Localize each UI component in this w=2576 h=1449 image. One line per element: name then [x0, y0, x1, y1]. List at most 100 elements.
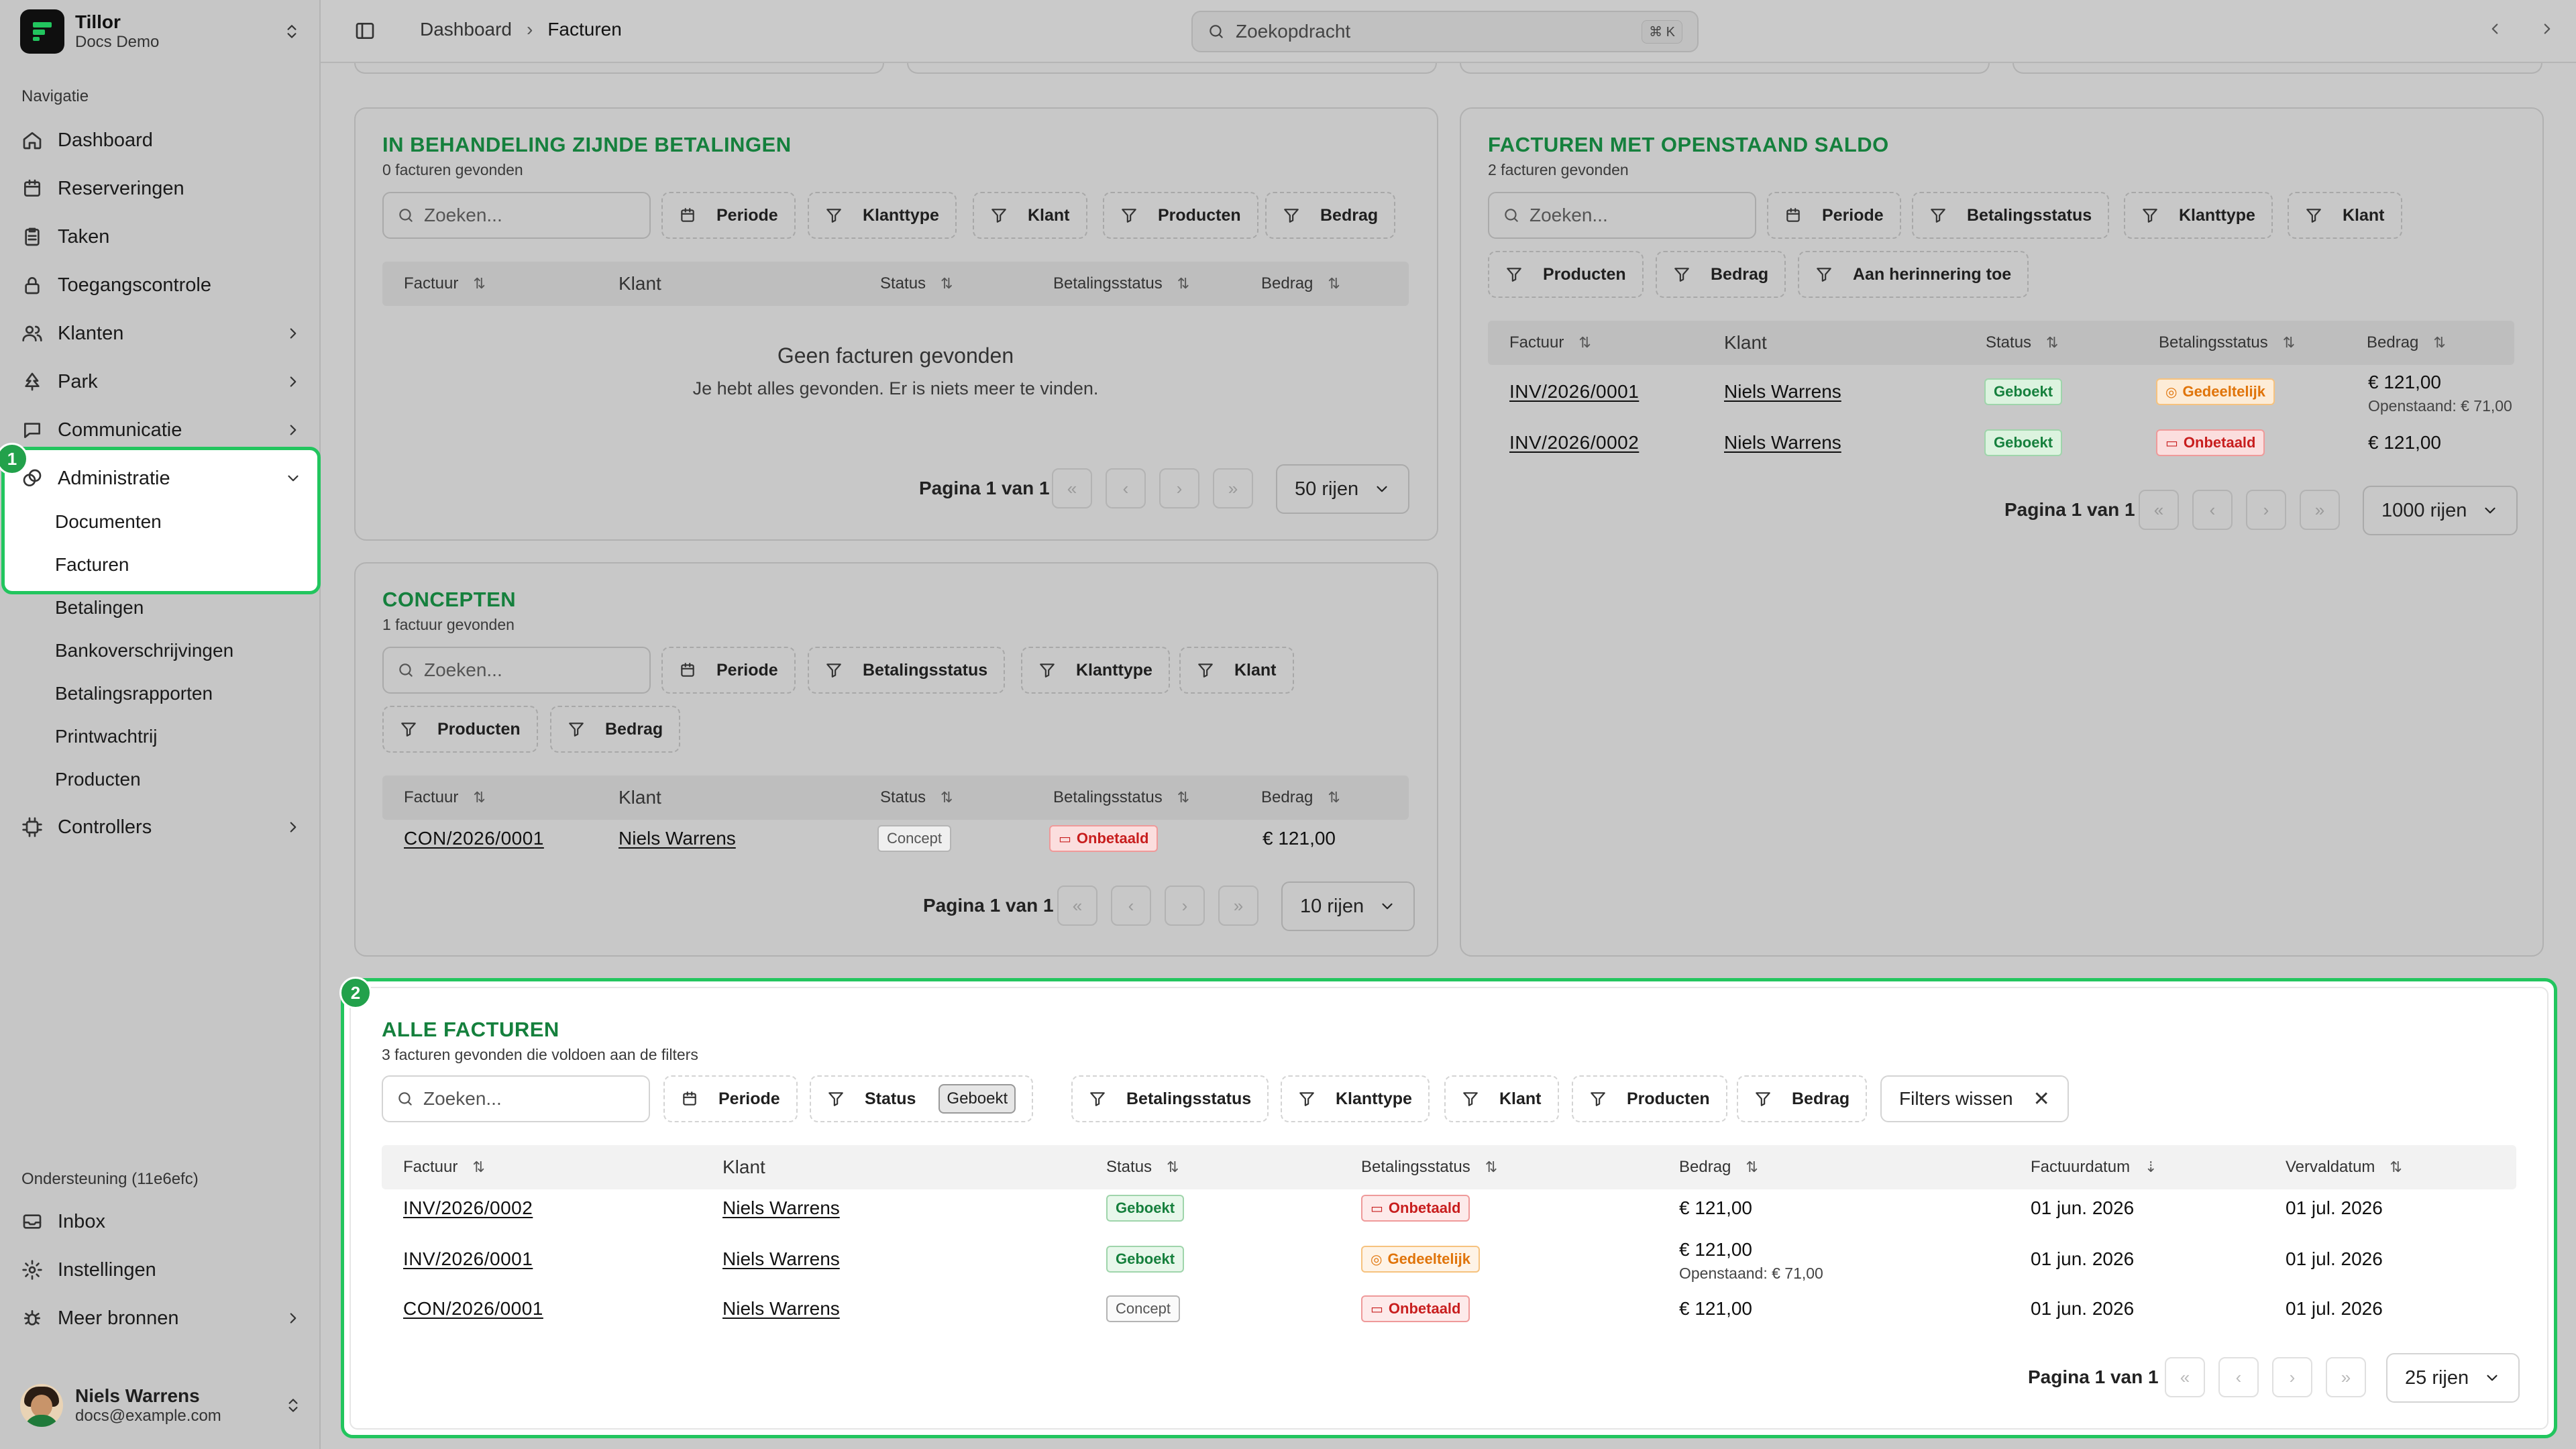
col-factuur[interactable]: Factuur ⇅ — [404, 775, 486, 820]
prev-page-button[interactable]: ‹ — [2192, 490, 2233, 530]
first-page-button[interactable]: « — [2165, 1357, 2205, 1397]
sidebar-toggle-icon[interactable] — [354, 20, 376, 42]
filter-periode[interactable]: Periode — [661, 647, 796, 694]
last-page-button[interactable]: » — [1213, 468, 1253, 508]
rows-per-page-select[interactable]: 10 rijen — [1281, 881, 1415, 931]
filter-producten[interactable]: Producten — [1572, 1075, 1727, 1122]
filter-klanttype[interactable]: Klanttype — [1021, 647, 1170, 694]
col-bedrag[interactable]: Bedrag ⇅ — [1679, 1145, 1758, 1189]
nav-item-inbox[interactable]: Inbox — [20, 1202, 302, 1241]
nav-item-instellingen[interactable]: Instellingen — [20, 1250, 302, 1289]
search-input[interactable]: Zoeken... — [1488, 192, 1756, 239]
col-factuurdatum[interactable]: Factuurdatum ⇣ — [2031, 1145, 2157, 1189]
filter-klanttype[interactable]: Klanttype — [2124, 192, 2273, 239]
customer-link[interactable]: Niels Warrens — [1724, 381, 1841, 402]
invoice-link[interactable]: CON/2026/0001 — [404, 828, 544, 849]
filter-bedrag[interactable]: Bedrag — [1265, 192, 1396, 239]
col-vervaldatum[interactable]: Vervaldatum ⇅ — [2286, 1145, 2402, 1189]
nav-item-taken[interactable]: Taken — [20, 217, 302, 256]
filter-klanttype[interactable]: Klanttype — [808, 192, 957, 239]
search-input[interactable]: Zoeken... — [382, 192, 651, 239]
rows-per-page-select[interactable]: 1000 rijen — [2363, 486, 2518, 535]
col-betalingsstatus[interactable]: Betalingsstatus ⇅ — [1053, 775, 1189, 820]
prev-page-button[interactable]: ‹ — [2218, 1357, 2259, 1397]
col-status[interactable]: Status ⇅ — [1986, 321, 2058, 365]
filter-producten[interactable]: Producten — [1103, 192, 1258, 239]
col-betalingsstatus[interactable]: Betalingsstatus ⇅ — [1361, 1145, 1497, 1189]
sub-item-documenten[interactable]: Documenten — [55, 503, 162, 541]
nav-item-park[interactable]: Park — [20, 362, 302, 401]
first-page-button[interactable]: « — [1057, 885, 1097, 926]
filter-klant[interactable]: Klant — [973, 192, 1087, 239]
col-betalingsstatus[interactable]: Betalingsstatus ⇅ — [2159, 321, 2295, 365]
filter-bedrag[interactable]: Bedrag — [550, 706, 681, 753]
filter-bedrag[interactable]: Bedrag — [1737, 1075, 1868, 1122]
col-status[interactable]: Status ⇅ — [880, 262, 953, 306]
filter-producten[interactable]: Producten — [1488, 251, 1644, 298]
invoice-link[interactable]: CON/2026/0001 — [403, 1298, 543, 1320]
col-factuur[interactable]: Factuur ⇅ — [1509, 321, 1591, 365]
col-status[interactable]: Status ⇅ — [1106, 1145, 1179, 1189]
next-page-button[interactable]: › — [2272, 1357, 2312, 1397]
customer-link[interactable]: Niels Warrens — [722, 1248, 840, 1270]
invoice-link[interactable]: INV/2026/0001 — [403, 1248, 533, 1270]
nav-item-klanten[interactable]: Klanten — [20, 314, 302, 353]
filter-periode[interactable]: Periode — [1767, 192, 1901, 239]
col-bedrag[interactable]: Bedrag ⇅ — [1261, 775, 1340, 820]
rows-per-page-select[interactable]: 50 rijen — [1276, 464, 1410, 514]
sub-item-producten[interactable]: Producten — [55, 761, 141, 798]
filter-betalingsstatus[interactable]: Betalingsstatus — [1912, 192, 2110, 239]
invoice-link[interactable]: INV/2026/0002 — [1509, 432, 1639, 453]
filter-producten[interactable]: Producten — [382, 706, 538, 753]
filter-betalingsstatus[interactable]: Betalingsstatus — [1071, 1075, 1269, 1122]
nav-item-dashboard[interactable]: Dashboard — [20, 121, 302, 160]
chevron-right-icon[interactable] — [2538, 20, 2556, 38]
first-page-button[interactable]: « — [1052, 468, 1092, 508]
breadcrumb-dashboard[interactable]: Dashboard — [420, 19, 512, 40]
col-factuur[interactable]: Factuur ⇅ — [403, 1145, 485, 1189]
prev-page-button[interactable]: ‹ — [1106, 468, 1146, 508]
next-page-button[interactable]: › — [1165, 885, 1205, 926]
filter-herinnering[interactable]: Aan herinnering toe — [1798, 251, 2029, 298]
invoice-link[interactable]: INV/2026/0001 — [1509, 381, 1639, 402]
col-betalingsstatus[interactable]: Betalingsstatus ⇅ — [1053, 262, 1189, 306]
nav-item-administratie[interactable]: Administratie — [20, 459, 302, 498]
filter-periode[interactable]: Periode — [663, 1075, 798, 1122]
filter-klant[interactable]: Klant — [2288, 192, 2402, 239]
col-bedrag[interactable]: Bedrag ⇅ — [2367, 321, 2446, 365]
chevron-left-icon[interactable] — [2486, 20, 2504, 38]
last-page-button[interactable]: » — [1218, 885, 1258, 926]
nav-item-communicatie[interactable]: Communicatie — [20, 411, 302, 449]
customer-link[interactable]: Niels Warrens — [619, 828, 736, 849]
user-menu[interactable]: Niels Warrens docs@example.com — [20, 1375, 302, 1436]
customer-link[interactable]: Niels Warrens — [1724, 432, 1841, 453]
prev-page-button[interactable]: ‹ — [1111, 885, 1151, 926]
nav-item-reserveringen[interactable]: Reserveringen — [20, 169, 302, 208]
sub-item-bankoverschrijvingen[interactable]: Bankoverschrijvingen — [55, 632, 233, 669]
global-search[interactable]: Zoekopdracht ⌘ K — [1191, 11, 1699, 52]
filter-status[interactable]: Status Geboekt — [810, 1075, 1034, 1122]
col-factuur[interactable]: Factuur ⇅ — [404, 262, 486, 306]
workspace-switcher[interactable]: Tillor Docs Demo — [20, 9, 301, 54]
sub-item-betalingen[interactable]: Betalingen — [55, 589, 144, 627]
next-page-button[interactable]: › — [1159, 468, 1199, 508]
nav-item-controllers[interactable]: Controllers — [20, 808, 302, 847]
search-input[interactable]: Zoeken... — [382, 1075, 650, 1122]
next-page-button[interactable]: › — [2246, 490, 2286, 530]
sub-item-printwachtrij[interactable]: Printwachtrij — [55, 718, 157, 755]
nav-item-meer-bronnen[interactable]: Meer bronnen — [20, 1299, 302, 1338]
filter-klant[interactable]: Klant — [1444, 1075, 1559, 1122]
customer-link[interactable]: Niels Warrens — [722, 1197, 840, 1219]
filter-periode[interactable]: Periode — [661, 192, 796, 239]
sub-item-betalingsrapporten[interactable]: Betalingsrapporten — [55, 675, 213, 712]
customer-link[interactable]: Niels Warrens — [722, 1298, 840, 1320]
filter-klanttype[interactable]: Klanttype — [1281, 1075, 1430, 1122]
last-page-button[interactable]: » — [2300, 490, 2340, 530]
filter-bedrag[interactable]: Bedrag — [1656, 251, 1786, 298]
filter-klant[interactable]: Klant — [1179, 647, 1294, 694]
first-page-button[interactable]: « — [2139, 490, 2179, 530]
nav-item-toegangscontrole[interactable]: Toegangscontrole — [20, 266, 302, 305]
invoice-link[interactable]: INV/2026/0002 — [403, 1197, 533, 1219]
clear-filters-button[interactable]: Filters wissen ✕ — [1880, 1075, 2069, 1122]
last-page-button[interactable]: » — [2326, 1357, 2366, 1397]
